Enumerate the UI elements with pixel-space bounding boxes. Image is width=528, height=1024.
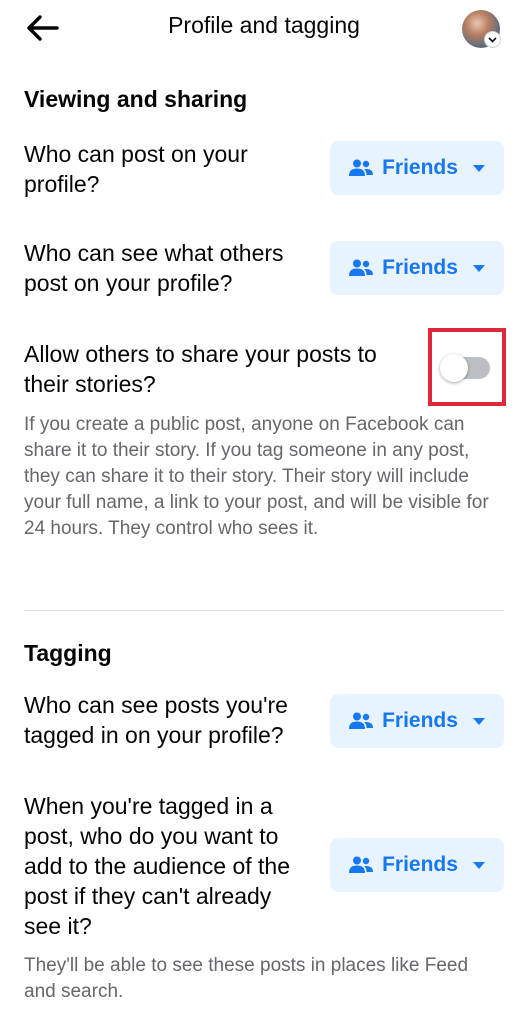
friends-icon — [349, 856, 374, 873]
audience-button-tagged-posts[interactable]: Friends — [330, 694, 504, 748]
page-title: Profile and tagging — [168, 12, 360, 38]
friends-icon — [349, 159, 374, 176]
question-share-to-stories: Allow others to share your posts to thei… — [24, 341, 377, 397]
question-post-on-profile: Who can post on your profile? — [24, 141, 248, 197]
share-to-stories-description: If you create a public post, anyone on F… — [24, 414, 489, 539]
caret-down-icon — [472, 264, 485, 272]
audience-button-post-on-profile[interactable]: Friends — [330, 141, 504, 195]
chevron-down-icon — [484, 31, 501, 48]
tagging-description: They'll be able to see these posts in pl… — [24, 955, 469, 1002]
share-to-stories-toggle[interactable] — [440, 354, 490, 382]
section-title-tagging: Tagging — [24, 640, 112, 666]
top-bar: Profile and tagging — [0, 0, 528, 58]
toggle-knob — [440, 354, 468, 382]
friends-icon — [349, 259, 374, 276]
audience-button-see-others-posts[interactable]: Friends — [330, 241, 504, 295]
section-title-viewing-sharing: Viewing and sharing — [24, 86, 248, 112]
question-tagged-posts-visibility: Who can see posts you're tagged in on yo… — [24, 692, 288, 748]
caret-down-icon — [472, 861, 485, 869]
caret-down-icon — [472, 164, 485, 172]
question-see-others-posts: Who can see what others post on your pro… — [24, 240, 284, 296]
section-divider — [24, 610, 504, 611]
question-tagged-audience: When you're tagged in a post, who do you… — [24, 793, 290, 939]
caret-down-icon — [472, 717, 485, 725]
friends-icon — [349, 712, 374, 729]
audience-button-tagged-audience[interactable]: Friends — [330, 838, 504, 892]
